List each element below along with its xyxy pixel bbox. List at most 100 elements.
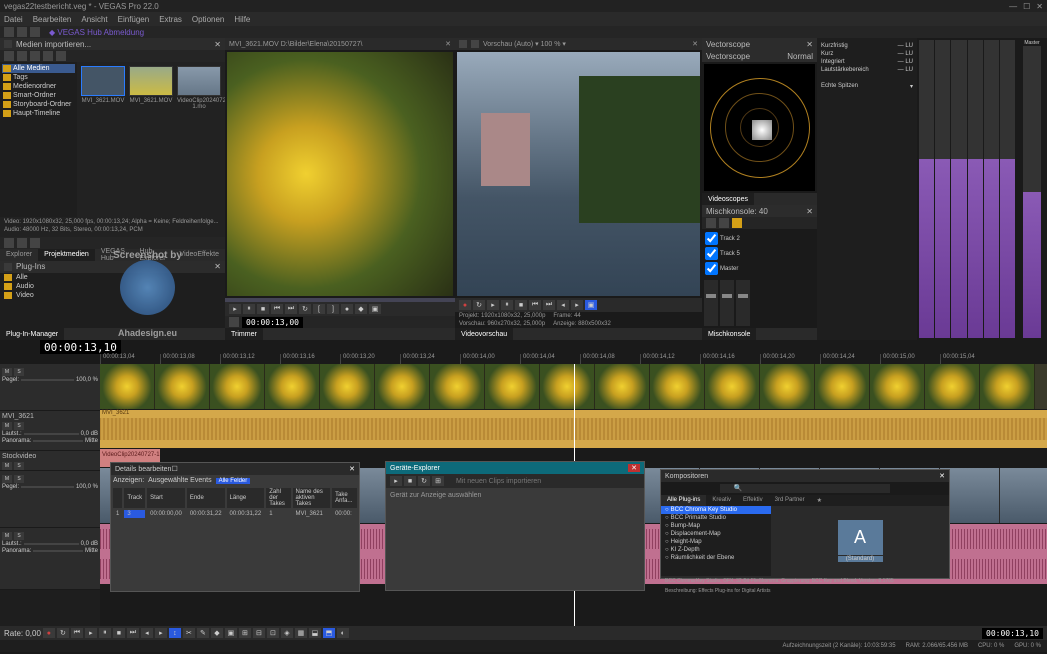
tool-icon[interactable] <box>30 238 40 248</box>
close-icon[interactable]: ✕ <box>939 472 945 480</box>
play-start-button[interactable]: ⏮ <box>71 628 83 638</box>
folder-item[interactable]: Alle Medien <box>2 64 75 73</box>
toolbar-icon[interactable] <box>4 27 14 37</box>
record-button[interactable]: ● <box>459 300 471 310</box>
folder-item[interactable]: Medienordner <box>2 82 75 91</box>
tool-icon[interactable] <box>17 51 27 61</box>
close-icon[interactable]: ✕ <box>445 40 451 48</box>
tool-icon[interactable] <box>43 51 53 61</box>
tool-icon[interactable] <box>229 317 239 327</box>
tool-button[interactable]: ◆ <box>355 304 367 314</box>
media-thumb[interactable]: VideoClip20240727-1.mo <box>177 66 221 110</box>
close-icon[interactable]: ✕ <box>214 262 221 271</box>
mute-button[interactable]: M <box>2 462 12 470</box>
menu-view[interactable]: Ansicht <box>81 15 107 24</box>
tool-icon[interactable] <box>4 51 14 61</box>
tool-icon[interactable] <box>706 218 716 228</box>
table-row[interactable]: 1300:00:00,0000:00:31,2200:00:31,221MVI_… <box>113 510 357 518</box>
list-item[interactable]: ○ Bump-Map <box>661 522 771 530</box>
mix-track[interactable]: Track 5 <box>704 246 815 261</box>
trimmer-timecode[interactable]: 00:00:13,00 <box>242 317 303 328</box>
tool-icon[interactable] <box>719 218 729 228</box>
tool-button[interactable]: ⬒ <box>323 628 335 638</box>
tab-videoeffekte[interactable]: VideoEffekte <box>174 249 225 261</box>
close-icon[interactable]: ✕ <box>806 40 813 49</box>
menu-help[interactable]: Hilfe <box>234 15 250 24</box>
folder-item[interactable]: Haupt-Timeline <box>2 109 75 118</box>
tool-button[interactable]: ▣ <box>369 304 381 314</box>
compositors-popup[interactable]: Kompositoren✕ Alle Plug-ins Kreativ Effe… <box>660 469 950 579</box>
tab-plugin-manager[interactable]: Plug-In-Manager <box>0 328 64 340</box>
list-item[interactable]: ○ Räumlichkeit der Ebene <box>661 554 771 562</box>
tool-button[interactable]: ◈ <box>281 628 293 638</box>
stop-button[interactable]: ■ <box>515 300 527 310</box>
list-item[interactable]: ○ Displacement-Map <box>661 530 771 538</box>
mute-button[interactable]: M <box>2 532 12 540</box>
tab-videovorschau[interactable]: Videovorschau <box>455 328 513 340</box>
next-frame-button[interactable]: ▸ <box>571 300 583 310</box>
track-header[interactable]: MS Lautst.:0,0 dB Panorama:Mitte <box>0 528 100 590</box>
track-header[interactable]: MS Pegel:100,0 % <box>0 471 100 528</box>
tool-icon[interactable]: ☐ <box>171 465 177 473</box>
minimize-button[interactable]: — <box>1009 2 1017 11</box>
prev-button[interactable]: ◂ <box>141 628 153 638</box>
fav-icon[interactable]: ★ <box>811 495 828 506</box>
filter-select[interactable]: Alle Felder <box>216 478 251 484</box>
list-item[interactable]: ○ KI Z-Depth <box>661 546 771 554</box>
tool-icon[interactable] <box>459 40 467 48</box>
tool-button[interactable]: ⊞ <box>432 476 444 486</box>
mute-button[interactable]: M <box>2 475 12 483</box>
prev-frame-button[interactable]: ◂ <box>557 300 569 310</box>
stop-button[interactable]: ■ <box>404 476 416 486</box>
start-button[interactable]: ⏮ <box>529 300 541 310</box>
menu-edit[interactable]: Bearbeiten <box>33 15 72 24</box>
solo-button[interactable]: S <box>14 422 24 430</box>
playhead-timecode[interactable]: 00:00:13,10 <box>40 340 121 355</box>
close-button[interactable]: ✕ <box>1036 2 1043 11</box>
tool-button[interactable]: ✎ <box>197 628 209 638</box>
folder-item[interactable]: Storyboard-Ordner <box>2 100 75 109</box>
end-button[interactable]: ⏭ <box>543 300 555 310</box>
tool-button[interactable]: ✂ <box>183 628 195 638</box>
tab-mischkonsole[interactable]: Mischkonsole <box>702 328 756 340</box>
tool-button[interactable]: ▣ <box>585 300 597 310</box>
fader[interactable] <box>720 280 734 326</box>
menu-insert[interactable]: Einfügen <box>118 15 150 24</box>
maximize-button[interactable]: ☐ <box>1023 2 1030 11</box>
media-thumb[interactable]: MVI_3621.MOV <box>81 66 125 104</box>
pause-button[interactable]: ⏸ <box>243 304 255 314</box>
video-preview[interactable] <box>457 52 700 296</box>
close-icon[interactable]: ✕ <box>692 40 698 48</box>
fader[interactable] <box>704 280 718 326</box>
solo-button[interactable]: S <box>14 475 24 483</box>
solo-button[interactable]: S <box>14 368 24 376</box>
timecode-end[interactable]: 00:00:13,10 <box>982 628 1043 639</box>
play-button[interactable]: ▸ <box>390 476 402 486</box>
audio-icon[interactable] <box>732 218 742 228</box>
track-header[interactable]: Stockvideo MS <box>0 451 100 471</box>
trimmer-preview[interactable] <box>227 52 453 296</box>
close-icon[interactable]: ✕ <box>806 207 813 216</box>
plugin-item[interactable]: Video <box>0 291 225 300</box>
track-header[interactable]: MS Pegel:100,0 % <box>0 364 100 411</box>
comp-tab[interactable]: 3rd Partner <box>769 495 811 506</box>
folder-item[interactable]: Smart-Ordner <box>2 91 75 100</box>
tool-icon[interactable] <box>471 40 479 48</box>
in-button[interactable]: [ <box>313 304 325 314</box>
search-input[interactable] <box>720 484 890 493</box>
tool-button[interactable]: ● <box>341 304 353 314</box>
menu-file[interactable]: Datei <box>4 15 23 24</box>
close-icon[interactable]: ✕ <box>214 40 221 49</box>
comp-tab[interactable]: Alle Plug-ins <box>661 495 706 506</box>
show-select[interactable]: Ausgewählte Events <box>148 477 211 484</box>
tool-button[interactable]: ↕ <box>169 628 181 638</box>
next-button[interactable]: ⏭ <box>285 304 297 314</box>
mix-track[interactable]: Track 2 <box>704 231 815 246</box>
close-icon[interactable]: ✕ <box>628 464 640 472</box>
stop-button[interactable]: ■ <box>113 628 125 638</box>
menu-options[interactable]: Optionen <box>192 15 224 24</box>
list-item[interactable]: ○ BCC Primatte Studio <box>661 514 771 522</box>
tool-icon[interactable] <box>4 238 14 248</box>
fader[interactable] <box>736 280 750 326</box>
tool-button[interactable]: ▣ <box>225 628 237 638</box>
